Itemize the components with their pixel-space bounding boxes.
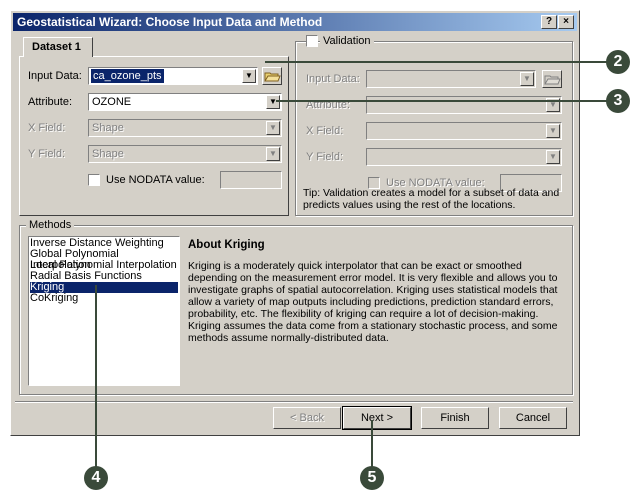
tab-dataset-1[interactable]: Dataset 1 (23, 37, 93, 57)
validation-checkbox[interactable] (306, 35, 318, 47)
callout-2: 2 (606, 50, 630, 74)
callout-3: 3 (606, 89, 630, 113)
callout-lines (95, 61, 608, 468)
callout-5: 5 (360, 466, 384, 490)
callout-4: 4 (84, 466, 108, 490)
